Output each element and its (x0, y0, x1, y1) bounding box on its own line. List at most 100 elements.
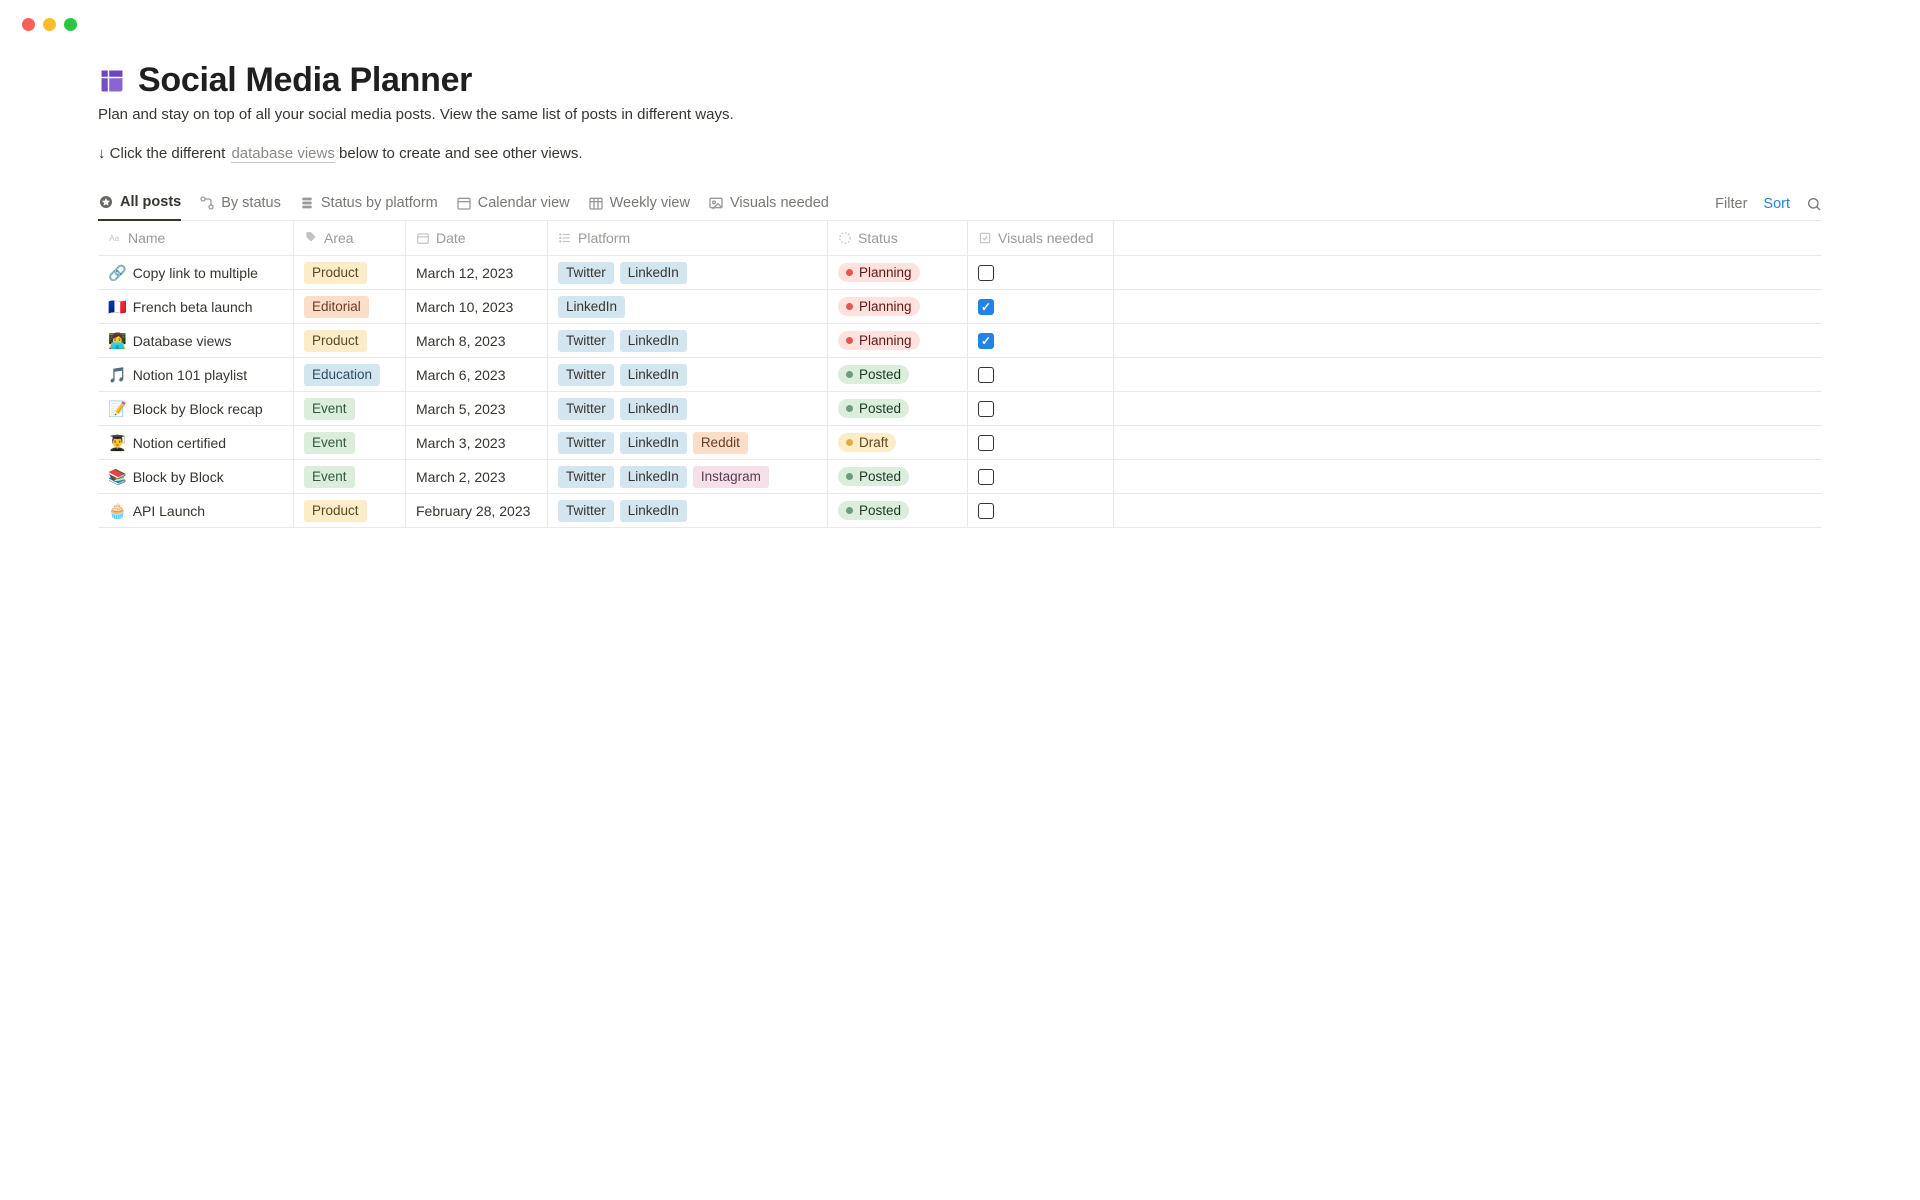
tab-status-by-platform[interactable]: Status by platform (299, 189, 438, 220)
cell-status[interactable]: Planning (828, 256, 968, 289)
cell-date[interactable]: March 10, 2023 (406, 290, 548, 323)
visuals-checkbox[interactable] (978, 469, 994, 485)
table-row[interactable]: 👩‍💻Database viewsProductMarch 8, 2023Twi… (98, 324, 1822, 358)
cell-date[interactable]: March 6, 2023 (406, 358, 548, 391)
filter-button[interactable]: Filter (1715, 196, 1747, 212)
column-visuals[interactable]: Visuals needed (968, 221, 1114, 255)
cell-name[interactable]: 🔗Copy link to multiple (98, 256, 294, 289)
cell-platform[interactable]: TwitterLinkedIn (548, 392, 828, 425)
visuals-checkbox[interactable] (978, 265, 994, 281)
status-pill: Planning (838, 331, 920, 350)
platform-chip-twitter: Twitter (558, 500, 614, 522)
cell-date[interactable]: March 2, 2023 (406, 460, 548, 493)
tab-visuals-needed[interactable]: Visuals needed (708, 189, 829, 220)
cell-visuals[interactable] (968, 256, 1114, 289)
cell-visuals[interactable] (968, 392, 1114, 425)
window-maximize-button[interactable] (64, 18, 77, 31)
column-name[interactable]: Aa Name (98, 221, 294, 255)
cell-platform[interactable]: TwitterLinkedIn (548, 256, 828, 289)
visuals-checkbox[interactable] (978, 503, 994, 519)
table-row[interactable]: 🔗Copy link to multipleProduct March 12, 2… (98, 256, 1822, 290)
column-date-label: Date (436, 230, 466, 246)
cell-date[interactable]: March 5, 2023 (406, 392, 548, 425)
cell-visuals[interactable] (968, 426, 1114, 459)
window-minimize-button[interactable] (43, 18, 56, 31)
table-row[interactable]: 🇫🇷French beta launch Editorial March 10, 2… (98, 290, 1822, 324)
visuals-checkbox[interactable] (978, 367, 994, 383)
table-row[interactable]: 🧁API LaunchProductFebruary 28, 2023Twitt… (98, 494, 1822, 528)
cell-name[interactable]: 👩‍💻Database views (98, 324, 294, 357)
table-row[interactable]: 👨‍🎓Notion certifiedEvent March 3, 2023 Twi… (98, 426, 1822, 460)
tab-weekly-view[interactable]: Weekly view (588, 189, 690, 220)
tab-label: By status (221, 195, 281, 211)
cell-area[interactable]: Education (294, 358, 406, 391)
checkbox-icon (978, 231, 992, 245)
cell-visuals[interactable]: ✓ (968, 290, 1114, 323)
cell-platform[interactable]: TwitterLinkedIn (548, 494, 828, 527)
tab-by-status[interactable]: By status (199, 189, 281, 220)
platform-chip-linkedin: LinkedIn (558, 296, 625, 318)
cell-area[interactable]: Event (294, 392, 406, 425)
column-platform[interactable]: Platform (548, 221, 828, 255)
visuals-checkbox[interactable]: ✓ (978, 333, 994, 349)
cell-date[interactable]: March 8, 2023 (406, 324, 548, 357)
cell-name[interactable]: 🎵Notion 101 playlist (98, 358, 294, 391)
cell-area[interactable]: Editorial (294, 290, 406, 323)
cell-visuals[interactable] (968, 358, 1114, 391)
cell-date[interactable]: February 28, 2023 (406, 494, 548, 527)
platform-chip-linkedin: LinkedIn (620, 398, 687, 420)
cell-name[interactable]: 👨‍🎓Notion certified (98, 426, 294, 459)
cell-status[interactable]: Planning (828, 324, 968, 357)
tab-label: Calendar view (478, 195, 570, 211)
cell-date[interactable]: March 12, 2023 (406, 256, 548, 289)
platform-chip-twitter: Twitter (558, 432, 614, 454)
cell-visuals[interactable] (968, 460, 1114, 493)
date-value: March 3, 2023 (416, 435, 506, 451)
cell-visuals[interactable] (968, 494, 1114, 527)
cell-area[interactable]: Product (294, 256, 406, 289)
table-row[interactable]: 🎵Notion 101 playlistEducationMarch 6, 20… (98, 358, 1822, 392)
cell-status[interactable]: Posted (828, 494, 968, 527)
cell-status[interactable]: Posted (828, 460, 968, 493)
visuals-checkbox[interactable]: ✓ (978, 299, 994, 315)
date-value: March 12, 2023 (416, 265, 513, 281)
tab-calendar-view[interactable]: Calendar view (456, 189, 570, 220)
cell-status[interactable]: Posted (828, 358, 968, 391)
cell-platform[interactable]: TwitterLinkedInInstagram (548, 460, 828, 493)
visuals-checkbox[interactable] (978, 435, 994, 451)
cell-platform[interactable]: TwitterLinkedIn (548, 324, 828, 357)
area-tag: Editorial (304, 296, 369, 318)
column-date[interactable]: Date (406, 221, 548, 255)
sort-button[interactable]: Sort (1763, 196, 1790, 212)
cell-status[interactable]: Draft (828, 426, 968, 459)
cell-name[interactable]: 📝Block by Block recap (98, 392, 294, 425)
tab-all-posts[interactable]: All posts (98, 188, 181, 221)
cell-area[interactable]: Product (294, 494, 406, 527)
cell-name[interactable]: 🧁API Launch (98, 494, 294, 527)
column-status[interactable]: Status (828, 221, 968, 255)
status-pill: Draft (838, 433, 896, 452)
cell-spacer (1114, 324, 1822, 357)
visuals-checkbox[interactable] (978, 401, 994, 417)
cell-status[interactable]: Planning (828, 290, 968, 323)
cell-area[interactable]: Event (294, 460, 406, 493)
table-row[interactable]: 📝Block by Block recapEventMarch 5, 2023T… (98, 392, 1822, 426)
database-views-link[interactable]: database views (231, 145, 334, 163)
cell-name[interactable]: 🇫🇷French beta launch (98, 290, 294, 323)
table-row[interactable]: 📚Block by BlockEventMarch 2, 2023Twitter… (98, 460, 1822, 494)
column-area[interactable]: Area (294, 221, 406, 255)
window-close-button[interactable] (22, 18, 35, 31)
cell-platform[interactable]: TwitterLinkedIn (548, 358, 828, 391)
cell-area[interactable]: Product (294, 324, 406, 357)
cell-name[interactable]: 📚Block by Block (98, 460, 294, 493)
cell-area[interactable]: Event (294, 426, 406, 459)
row-emoji-icon: 📚 (108, 468, 127, 486)
search-icon[interactable] (1806, 196, 1822, 212)
cell-platform[interactable]: LinkedIn (548, 290, 828, 323)
cell-date[interactable]: March 3, 2023 (406, 426, 548, 459)
cell-status[interactable]: Posted (828, 392, 968, 425)
row-title: API Launch (133, 503, 205, 519)
cell-visuals[interactable]: ✓ (968, 324, 1114, 357)
date-value: March 10, 2023 (416, 299, 513, 315)
cell-platform[interactable]: TwitterLinkedInReddit (548, 426, 828, 459)
